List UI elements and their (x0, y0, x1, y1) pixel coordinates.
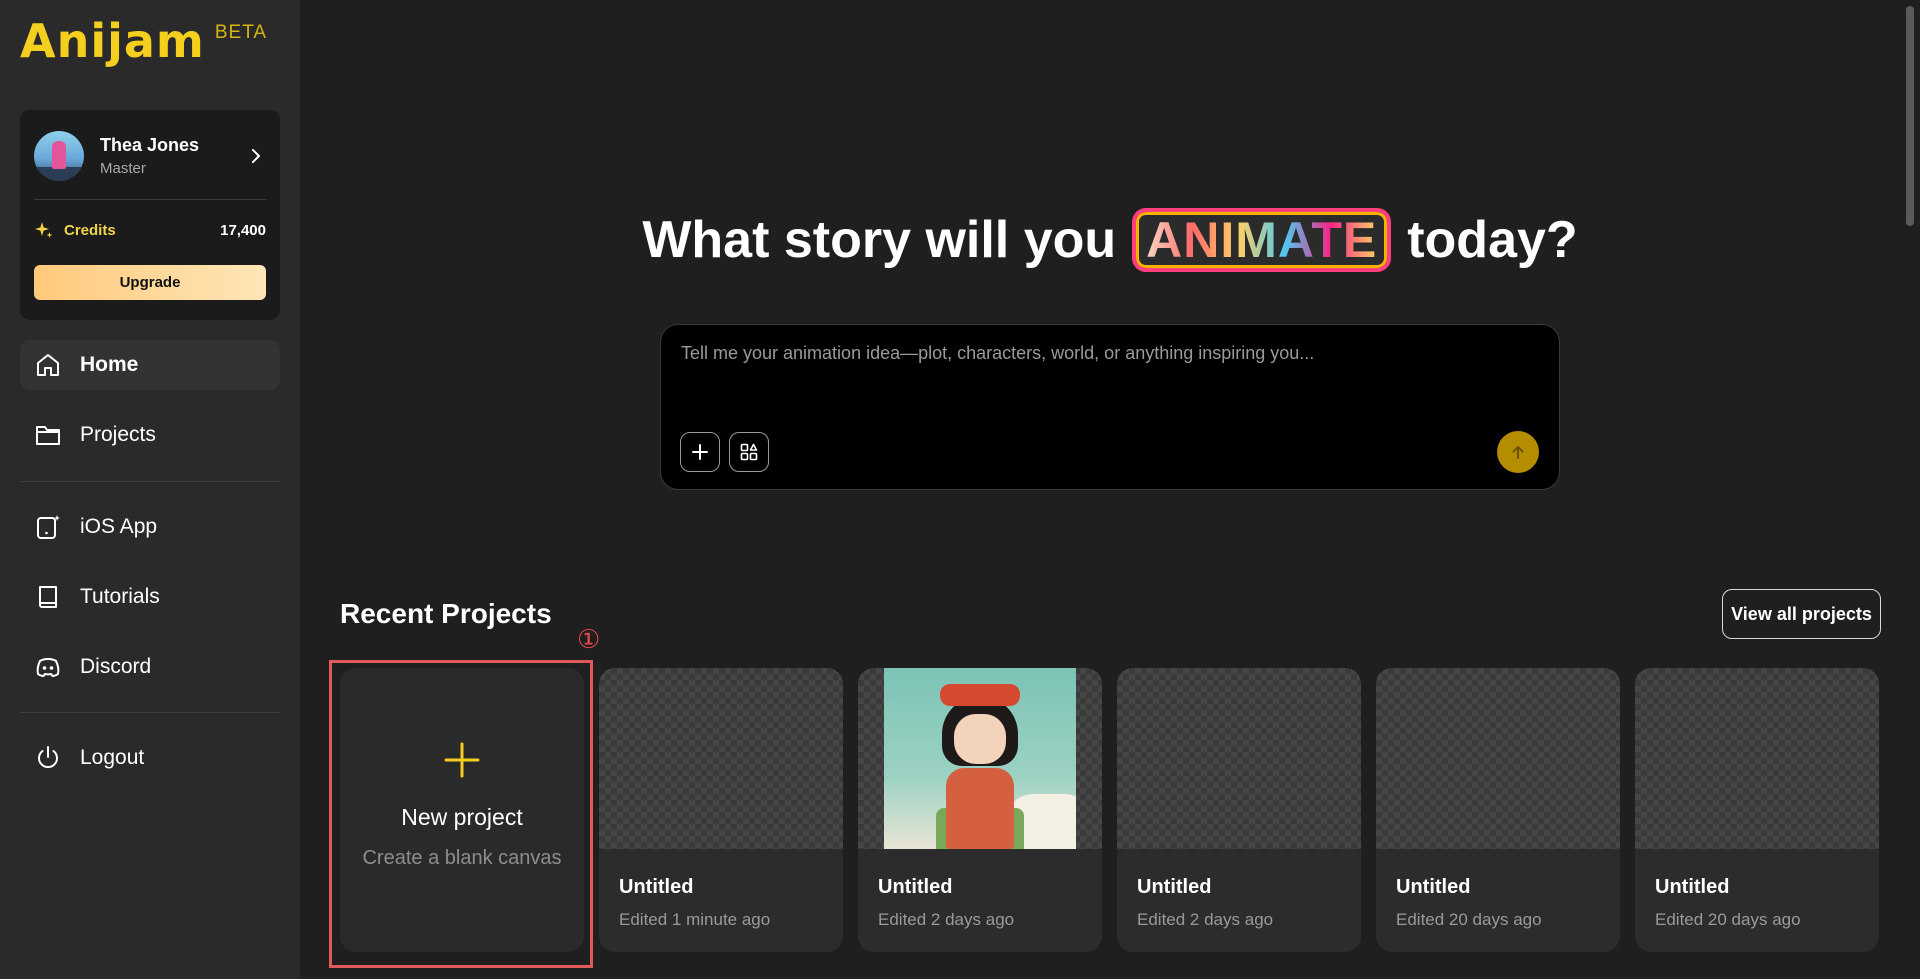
project-thumbnail-transparent (1376, 668, 1620, 849)
shapes-icon (740, 443, 758, 461)
nav-label-ios-app: iOS App (80, 515, 158, 538)
beta-badge: BETA (214, 22, 268, 43)
project-edited-time: Edited 20 days ago (1396, 910, 1542, 929)
anijam-logo[interactable]: Anijam BETA (20, 18, 267, 64)
hero-title-before: What story will you (642, 211, 1117, 269)
animate-badge: ANIMATE (1132, 208, 1392, 272)
user-card-divider (34, 199, 266, 200)
nav-item-tutorials[interactable]: Tutorials (20, 572, 280, 622)
project-thumbnail-transparent (599, 668, 843, 849)
hero-title: What story will you ANIMATE today? (300, 208, 1920, 272)
sparkle-icon (35, 222, 53, 238)
user-name: Thea Jones (100, 135, 200, 155)
plus-icon (692, 444, 708, 460)
chevron-right-icon (252, 149, 260, 163)
nav-item-discord[interactable]: Discord (20, 642, 280, 692)
project-card[interactable]: Untitled Edited 2 days ago (858, 668, 1102, 952)
project-card[interactable]: Untitled Edited 1 minute ago (599, 668, 843, 952)
recent-projects-title: Recent Projects (340, 598, 552, 629)
nav-label-home: Home (80, 353, 139, 376)
home-icon (37, 354, 59, 376)
nav-item-projects[interactable]: Projects (20, 410, 280, 460)
logo-text: Anijam (20, 14, 205, 68)
book-icon (39, 586, 57, 608)
view-all-projects-button[interactable]: View all projects (1722, 589, 1881, 639)
arrow-up-icon (1512, 446, 1524, 459)
anime-girl-illustration (884, 668, 1076, 849)
annotation-highlight-box (329, 660, 593, 968)
credits-row: Credits 17,400 (34, 220, 266, 240)
project-card[interactable]: Untitled Edited 20 days ago (1376, 668, 1620, 952)
project-title: Untitled (1396, 876, 1471, 898)
prompt-box (660, 324, 1560, 490)
send-button[interactable] (1497, 431, 1539, 473)
sidebar: Anijam BETA Thea Jones Master Credits 17… (0, 0, 300, 979)
nav-label-logout: Logout (80, 746, 145, 769)
project-title: Untitled (619, 876, 694, 898)
user-profile-row[interactable]: Thea Jones Master (34, 130, 266, 182)
project-title: Untitled (1655, 876, 1730, 898)
hero-title-after: today? (1407, 211, 1578, 269)
project-thumbnail-image (858, 668, 1102, 849)
project-title: Untitled (878, 876, 953, 898)
folder-icon (36, 426, 60, 445)
project-thumbnail-transparent (1117, 668, 1361, 849)
templates-button[interactable] (729, 432, 769, 472)
project-edited-time: Edited 2 days ago (878, 910, 1015, 929)
discord-icon (36, 658, 60, 677)
credits-label: Credits (64, 221, 116, 239)
avatar (34, 131, 84, 181)
user-tier: Master (100, 160, 146, 177)
power-icon (38, 746, 58, 769)
animate-badge-text: ANIMATE (1146, 212, 1378, 268)
nav-item-logout[interactable]: Logout (20, 733, 280, 783)
nav-label-tutorials: Tutorials (80, 585, 160, 608)
project-thumbnail-transparent (1635, 668, 1879, 849)
project-edited-time: Edited 2 days ago (1137, 910, 1274, 929)
project-edited-time: Edited 20 days ago (1655, 910, 1801, 929)
project-title: Untitled (1137, 876, 1212, 898)
nav-label-discord: Discord (80, 655, 152, 678)
user-card: Thea Jones Master Credits 17,400 Upgrade (20, 110, 280, 320)
page-scrollbar[interactable] (1906, 0, 1918, 230)
sidebar-divider (20, 481, 280, 482)
credits-value: 17,400 (220, 221, 266, 239)
prompt-input[interactable] (681, 343, 1541, 403)
project-edited-time: Edited 1 minute ago (619, 910, 771, 929)
annotation-number: ① (577, 624, 601, 654)
nav-item-ios-app[interactable]: iOS App (20, 502, 280, 552)
tablet-sparkle-icon (37, 515, 60, 539)
user-info: Thea Jones Master (100, 135, 246, 177)
scrollbar-thumb[interactable] (1906, 6, 1914, 226)
project-card[interactable]: Untitled Edited 2 days ago (1117, 668, 1361, 952)
sidebar-divider (20, 712, 280, 713)
project-card[interactable]: Untitled Edited 20 days ago (1635, 668, 1879, 952)
upgrade-button[interactable]: Upgrade (34, 265, 266, 300)
nav-item-home[interactable]: Home (20, 340, 280, 390)
add-attachment-button[interactable] (680, 432, 720, 472)
nav-label-projects: Projects (80, 423, 156, 446)
